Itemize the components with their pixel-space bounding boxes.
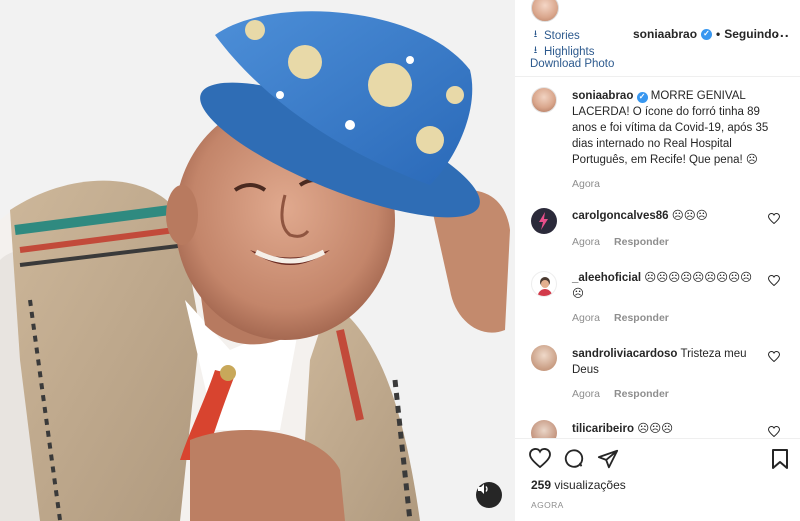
comment-text: ☹☹☹	[637, 423, 674, 435]
stories-link[interactable]: ⭳ Stories	[530, 27, 580, 44]
download-photo-label: Download Photo	[530, 58, 615, 70]
verified-icon: ✓	[701, 28, 713, 40]
comment-text: ☹☹☹	[671, 210, 708, 222]
header-username[interactable]: soniaabrao	[633, 27, 697, 41]
heart-icon	[767, 350, 781, 363]
views-label: visualizações	[554, 478, 626, 492]
mute-button[interactable]	[476, 482, 502, 508]
bookmark-icon	[772, 449, 788, 469]
post-media[interactable]	[0, 0, 515, 521]
heart-icon	[767, 212, 781, 225]
comment-body: _aleehoficial ☹☹☹☹☹☹☹☹☹ ☹	[572, 270, 762, 302]
post-caption: soniaabrao ✓ MORRE GENIVAL LACERDA! O íc…	[572, 88, 784, 168]
comment-meta: Agora Responder	[572, 388, 669, 400]
comment-avatar[interactable]	[531, 345, 557, 371]
post-side-panel: ⭳ Stories ⭳ Highlights Download Photo so…	[515, 0, 800, 521]
comment-button[interactable]	[563, 448, 585, 475]
comment-body: sandroliviacardoso Tristeza meu Deus	[572, 346, 762, 378]
views-number: 259	[531, 478, 552, 492]
share-icon	[597, 449, 619, 469]
post-timestamp: AGORA	[531, 500, 564, 510]
comment-body: tilicaribeiro ☹☹☹	[572, 421, 762, 437]
comment-meta: Agora Responder	[572, 236, 669, 248]
post-photo	[0, 0, 515, 521]
comment-icon	[564, 449, 584, 468]
caption-time[interactable]: Agora	[572, 178, 600, 190]
speaker-icon	[478, 484, 488, 494]
highlights-label: Highlights	[544, 45, 595, 58]
comment-like-button[interactable]	[767, 350, 781, 365]
comment-username[interactable]: carolgoncalves86	[572, 210, 669, 222]
comment-username[interactable]: _aleehoficial	[572, 272, 641, 284]
header-avatar[interactable]	[531, 0, 559, 22]
verified-icon: ✓	[636, 91, 648, 103]
caption-avatar[interactable]	[531, 87, 557, 113]
stories-label: Stories	[544, 29, 580, 42]
comment-meta: Agora Responder	[572, 312, 669, 324]
header-user-row: soniaabrao ✓ • Seguindo	[633, 27, 779, 41]
heart-icon	[767, 274, 781, 287]
comment-username[interactable]: sandroliviacardoso	[572, 348, 677, 360]
comment-time[interactable]: Agora	[572, 388, 600, 400]
share-button[interactable]	[597, 448, 619, 475]
comment-username[interactable]: tilicaribeiro	[572, 423, 634, 435]
actions-divider	[515, 438, 800, 439]
reply-button[interactable]: Responder	[614, 312, 669, 324]
more-options-button[interactable]: ...	[775, 24, 790, 40]
comment-time[interactable]: Agora	[572, 312, 600, 324]
following-button[interactable]: Seguindo	[724, 27, 779, 41]
comment-body: carolgoncalves86 ☹☹☹	[572, 208, 762, 224]
comment-like-button[interactable]	[767, 274, 781, 289]
heart-icon	[529, 447, 551, 469]
post-actions-bar: 259 visualizações AGORA	[515, 438, 800, 521]
comment-avatar[interactable]	[531, 271, 557, 297]
comment-avatar[interactable]	[531, 208, 557, 234]
caption-username[interactable]: soniaabrao	[572, 90, 633, 102]
heart-icon	[767, 425, 781, 438]
like-button[interactable]	[529, 447, 551, 473]
comment-time[interactable]: Agora	[572, 236, 600, 248]
caption-meta: Agora	[572, 178, 600, 190]
save-button[interactable]	[771, 448, 789, 475]
lightning-icon	[539, 212, 548, 230]
cartoon-avatar-icon	[537, 277, 553, 296]
header-divider	[515, 76, 800, 77]
download-photo-link[interactable]: Download Photo	[530, 58, 614, 70]
comment-like-button[interactable]	[767, 212, 781, 227]
reply-button[interactable]: Responder	[614, 236, 669, 248]
download-icon: ⭳	[533, 29, 538, 40]
header-separator: •	[716, 27, 721, 41]
views-count[interactable]: 259 visualizações	[531, 478, 626, 492]
reply-button[interactable]: Responder	[614, 388, 669, 400]
